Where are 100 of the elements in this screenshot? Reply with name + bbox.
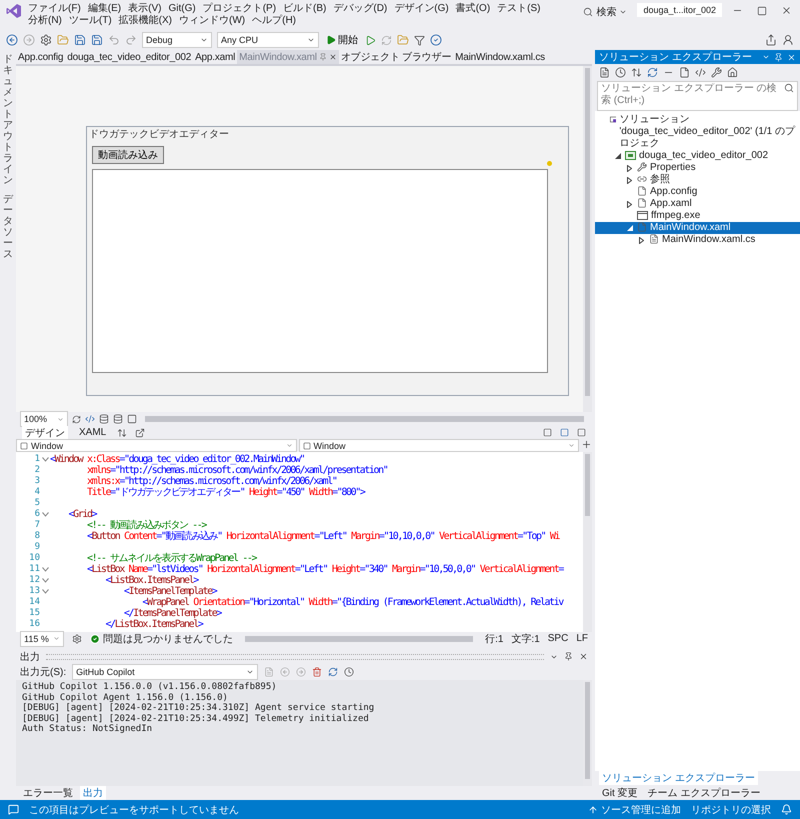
- code-icon[interactable]: [695, 67, 706, 78]
- refresh-icon[interactable]: [647, 67, 658, 78]
- issues-status[interactable]: 問題は見つかりませんでした: [90, 632, 233, 646]
- vertical-scrollbar[interactable]: [583, 66, 592, 412]
- element-dropdown[interactable]: Window: [16, 439, 296, 452]
- menu-item[interactable]: 表示(V): [128, 3, 162, 15]
- caret-icon[interactable]: [619, 8, 628, 16]
- tree-item[interactable]: App.xaml: [595, 198, 800, 210]
- tree-item[interactable]: douga_tec_video_editor_002: [595, 150, 800, 162]
- side-tab[interactable]: データソース: [3, 194, 13, 260]
- menu-item[interactable]: ファイル(F): [28, 3, 81, 15]
- panel-tab[interactable]: Git 変更: [599, 786, 641, 800]
- tree-item[interactable]: 参照: [595, 174, 800, 186]
- panel-tab[interactable]: 出力: [80, 786, 106, 800]
- platform-dropdown[interactable]: Any CPU: [217, 32, 319, 48]
- clock-icon[interactable]: [344, 666, 354, 676]
- close-icon[interactable]: [328, 53, 337, 61]
- menu-item[interactable]: 書式(O): [456, 3, 490, 15]
- menu-item[interactable]: Git(G): [168, 3, 196, 15]
- line-ending-indicator[interactable]: LF: [576, 633, 588, 644]
- repository-button[interactable]: リポジトリの選択: [691, 802, 771, 816]
- history-icon[interactable]: [615, 67, 626, 78]
- search-icon[interactable]: [784, 83, 794, 93]
- menu-item[interactable]: ビルド(B): [283, 3, 326, 15]
- panel-tab[interactable]: ソリューション エクスプローラー: [599, 771, 758, 785]
- horizontal-scrollbar[interactable]: [245, 636, 474, 642]
- add-icon[interactable]: [581, 439, 592, 450]
- menu-item[interactable]: 拡張機能(X): [118, 15, 172, 27]
- tree-item[interactable]: Properties: [595, 162, 800, 174]
- feedback-icon[interactable]: [782, 34, 794, 46]
- back-icon[interactable]: [6, 34, 18, 46]
- resize-handle[interactable]: [547, 161, 552, 166]
- popout-icon[interactable]: [135, 428, 146, 438]
- horizontal-scrollbar[interactable]: [145, 416, 584, 422]
- side-tab[interactable]: ドキュメントアウトライン: [3, 54, 13, 186]
- view-tab[interactable]: デザイン: [22, 426, 68, 440]
- expanded-arrow-icon[interactable]: [614, 153, 620, 159]
- maximize-icon[interactable]: [757, 6, 767, 16]
- document-tab[interactable]: douga_tec_video_editor_002: [65, 50, 194, 64]
- zoom-dropdown[interactable]: 115 %: [20, 630, 64, 646]
- fold-icon[interactable]: [42, 578, 48, 583]
- menu-item[interactable]: 分析(N): [28, 15, 62, 27]
- share-icon[interactable]: [765, 34, 777, 46]
- document-tab[interactable]: App.xaml: [193, 50, 238, 64]
- panel-tab[interactable]: エラー一覧: [20, 786, 76, 800]
- document-tab[interactable]: オブジェクト ブラウザー: [338, 50, 454, 64]
- save-all-icon[interactable]: [91, 34, 103, 46]
- document-tab[interactable]: App.config: [16, 50, 66, 64]
- fold-icon[interactable]: [42, 457, 48, 462]
- collapsed-arrow-icon[interactable]: [627, 165, 632, 172]
- menu-item[interactable]: デザイン(G): [394, 3, 449, 15]
- notification-icon[interactable]: [781, 804, 792, 815]
- pin-icon[interactable]: [564, 652, 573, 661]
- tree-item[interactable]: MainWindow.xaml: [595, 222, 800, 234]
- view-tab[interactable]: XAML: [76, 427, 110, 438]
- wrench-icon[interactable]: [711, 67, 722, 78]
- whitespace-indicator[interactable]: SPC: [548, 633, 568, 644]
- caret-icon[interactable]: [307, 36, 315, 44]
- swap-icon[interactable]: [117, 428, 128, 438]
- tree-item[interactable]: MainWindow.xaml.cs: [595, 234, 800, 246]
- menu-item[interactable]: ウィンドウ(W): [179, 15, 246, 27]
- clear-icon[interactable]: [312, 666, 322, 676]
- collapsed-arrow-icon[interactable]: [627, 201, 632, 208]
- menu-item[interactable]: プロジェクト(P): [202, 3, 276, 15]
- start-button[interactable]: 開始: [324, 33, 360, 47]
- expanded-arrow-icon[interactable]: [626, 225, 632, 231]
- element-dropdown[interactable]: Window: [298, 439, 579, 452]
- search-icon[interactable]: [583, 7, 594, 17]
- configuration-dropdown[interactable]: Debug: [142, 32, 212, 48]
- menu-item[interactable]: ツール(T): [68, 15, 112, 27]
- home-icon[interactable]: [727, 67, 738, 78]
- document-tab[interactable]: MainWindow.xaml.cs: [453, 50, 547, 64]
- fold-icon[interactable]: [42, 589, 48, 594]
- switch-icon[interactable]: [631, 67, 642, 78]
- close-icon[interactable]: [781, 5, 792, 16]
- menu-item[interactable]: ヘルプ(H): [252, 15, 296, 27]
- caret-icon[interactable]: [200, 36, 208, 44]
- collapsed-arrow-icon[interactable]: [639, 237, 644, 244]
- formula-icon[interactable]: [85, 414, 95, 424]
- output-source-dropdown[interactable]: GitHub Copilot: [72, 664, 258, 680]
- menu-item[interactable]: テスト(S): [497, 3, 541, 15]
- menu-item[interactable]: 編集(E): [88, 3, 122, 15]
- panel-tab[interactable]: チーム エクスプローラー: [644, 786, 764, 800]
- refresh-icon[interactable]: [72, 414, 81, 424]
- menu-item[interactable]: デバッグ(D): [333, 3, 388, 15]
- filter-icon[interactable]: [414, 34, 425, 46]
- collapsed-arrow-icon[interactable]: [627, 177, 632, 184]
- search-button[interactable]: 検索: [579, 3, 632, 21]
- close-icon[interactable]: [579, 652, 588, 661]
- source-control-button[interactable]: ソース管理に追加: [588, 802, 681, 816]
- fold-icon[interactable]: [42, 512, 48, 517]
- save-icon[interactable]: [74, 34, 86, 46]
- vertical-scrollbar[interactable]: [583, 452, 592, 632]
- output-line: GitHub Copilot 1.156.0.0 (v1.156.0.0802fafb895): [22, 682, 278, 692]
- tree-item[interactable]: ffmpeg.exe: [595, 210, 800, 222]
- load-video-button[interactable]: 動画読み込み: [92, 146, 164, 164]
- pin-icon[interactable]: [774, 52, 783, 62]
- fold-icon[interactable]: [42, 567, 48, 572]
- zoom-dropdown[interactable]: 100%: [20, 411, 68, 427]
- tree-item[interactable]: App.config: [595, 186, 800, 198]
